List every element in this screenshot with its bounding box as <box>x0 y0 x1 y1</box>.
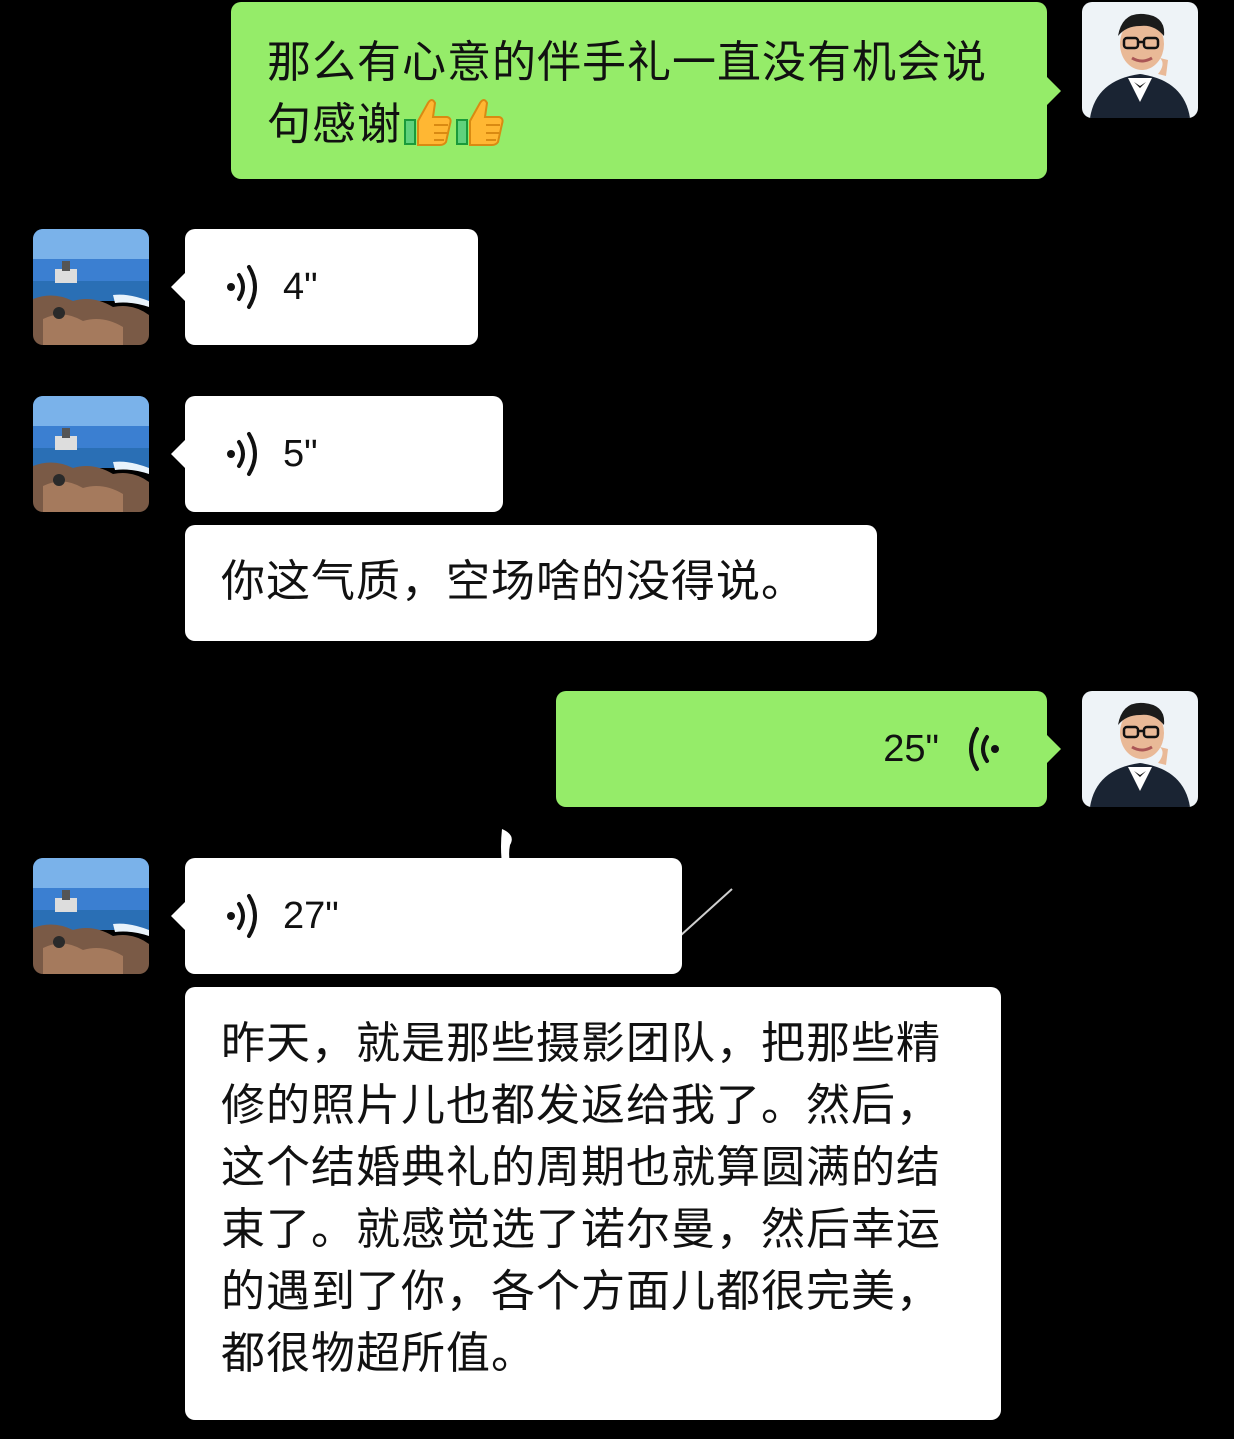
avatar-contact[interactable] <box>33 858 149 974</box>
bubble-tail <box>1047 76 1061 105</box>
voice-duration: 25" <box>883 727 939 770</box>
bubble-tail <box>171 273 185 301</box>
avatar-image <box>1082 2 1198 118</box>
message-text: 昨天，就是那些摄影团队，把那些精修的照片儿也都发返给我了。然后，这个结婚典礼的周… <box>221 1018 941 1379</box>
message-received-text[interactable]: 昨天，就是那些摄影团队，把那些精修的照片儿也都发返给我了。然后，这个结婚典礼的周… <box>185 987 1001 1420</box>
bubble-tail <box>171 440 185 468</box>
avatar-contact[interactable] <box>33 229 149 345</box>
avatar-image <box>1082 691 1198 807</box>
message-received-voice[interactable]: 27" <box>171 858 682 974</box>
avatar-self[interactable] <box>1082 2 1198 118</box>
thumbs-up-icon <box>456 99 504 146</box>
message-sent-voice[interactable]: 25" <box>556 691 1061 807</box>
voice-duration: 4" <box>283 265 318 308</box>
avatar-image <box>33 858 149 974</box>
voice-wave-right-icon <box>227 432 257 476</box>
avatar-image <box>33 229 149 345</box>
voice-duration: 27" <box>283 894 339 937</box>
voice-wave-left-icon <box>969 727 999 771</box>
voice-wave-right-icon <box>227 894 257 938</box>
voice-wave-right-icon <box>227 265 257 309</box>
message-received-voice[interactable]: 5" <box>171 396 503 512</box>
bubble-tail <box>1047 735 1061 763</box>
avatar-contact[interactable] <box>33 396 149 512</box>
message-received-voice[interactable]: 4" <box>171 229 478 345</box>
message-text: 那么有心意的伴手礼一直没有机会说句感谢 <box>267 37 987 150</box>
thumbs-up-icon <box>404 99 452 146</box>
avatar-image <box>33 396 149 512</box>
bubble-tail <box>171 902 185 930</box>
voice-duration: 5" <box>283 432 318 475</box>
message-text: 你这气质，空场啥的没得说。 <box>221 556 806 607</box>
avatar-self[interactable] <box>1082 691 1198 807</box>
message-sent-text[interactable]: 那么有心意的伴手礼一直没有机会说句感谢 <box>231 2 1061 179</box>
message-received-text[interactable]: 你这气质，空场啥的没得说。 <box>185 525 877 641</box>
